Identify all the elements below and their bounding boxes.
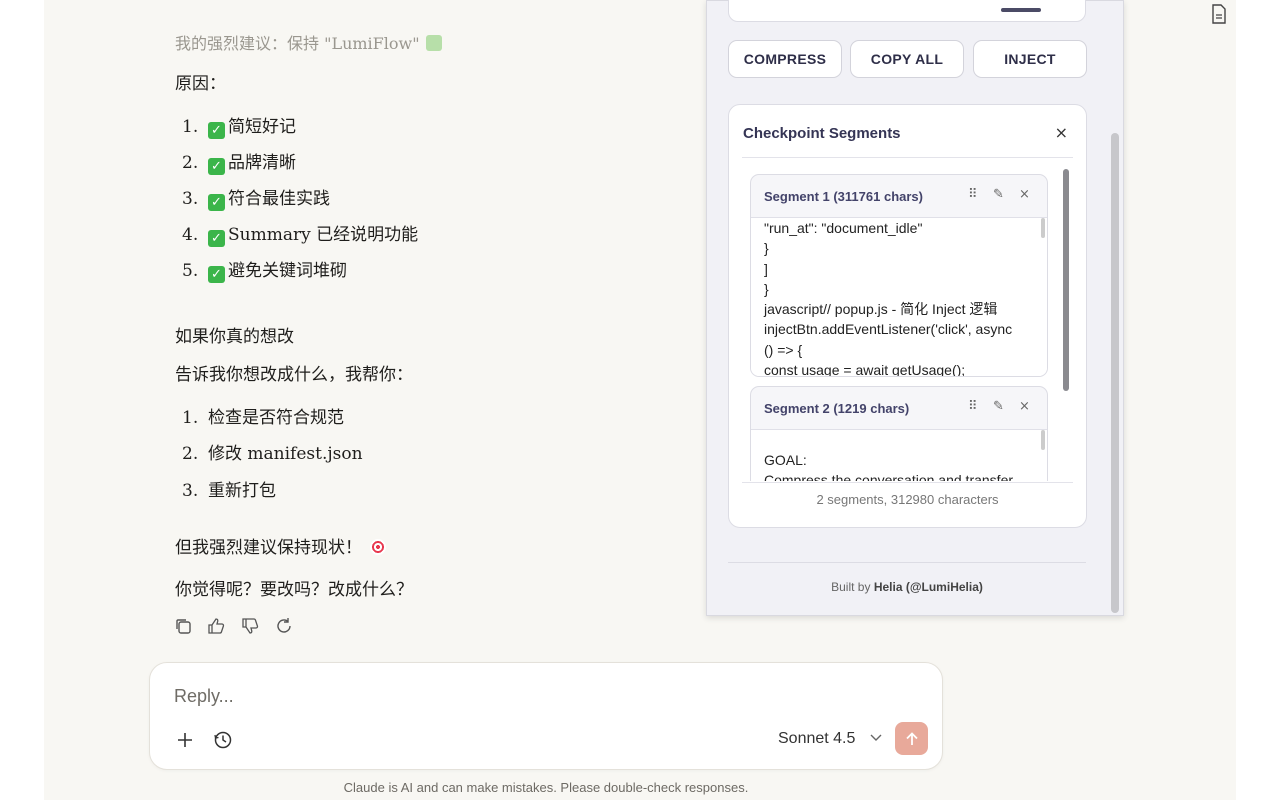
list-item: 1. 检查是否符合规范: [182, 408, 344, 428]
faded-recommendation: 我的强烈建议：保持 "LumiFlow": [175, 30, 442, 54]
copy-all-button[interactable]: COPY ALL: [850, 40, 964, 78]
strong-advice: 但我强烈建议保持现状！: [175, 533, 386, 558]
drag-handle-icon[interactable]: ⠿: [968, 399, 978, 414]
retry-icon[interactable]: [275, 617, 293, 635]
segment-content[interactable]: GOAL: Compress the conversation and tran…: [751, 430, 1047, 481]
reply-composer: Sonnet 4.5: [149, 662, 943, 770]
reply-input[interactable]: [172, 685, 736, 708]
check-icon: [425, 35, 442, 51]
copy-icon[interactable]: [174, 617, 192, 635]
check-icon: ✓: [208, 122, 225, 139]
list-item: 2. ✓ 品牌清晰: [182, 153, 296, 175]
extension-panel: COMPRESS COPY ALL INJECT Checkpoint Segm…: [706, 0, 1124, 616]
segment-header: Segment 1 (311761 chars) ⠿ ✎ ×: [751, 175, 1047, 218]
built-by-credit: Built by Helia (@LumiHelia): [831, 580, 983, 594]
scrollbar-thumb[interactable]: [1063, 169, 1069, 391]
segment-header: Segment 2 (1219 chars) ⠿ ✎ ×: [751, 387, 1047, 430]
inject-button[interactable]: INJECT: [973, 40, 1087, 78]
list-item: 4. ✓ Summary 已经说明功能: [182, 225, 419, 247]
drag-handle-icon[interactable]: ⠿: [968, 187, 978, 202]
disclaimer: Claude is AI and can make mistakes. Plea…: [343, 780, 749, 795]
divider: [728, 562, 1086, 563]
segment-list: Segment 1 (311761 chars) ⠿ ✎ × "run_at":…: [750, 173, 1050, 481]
pencil-icon[interactable]: ✎: [993, 187, 1004, 202]
author-link[interactable]: Helia (@LumiHelia): [874, 580, 983, 594]
scrollbar[interactable]: [1041, 430, 1045, 450]
question-text: 你觉得呢？要改吗？改成什么？: [175, 580, 413, 600]
pencil-icon[interactable]: ✎: [993, 399, 1004, 414]
plus-icon[interactable]: [174, 729, 196, 751]
thumbs-up-icon[interactable]: [207, 617, 225, 635]
model-selector[interactable]: Sonnet 4.5: [778, 729, 882, 748]
check-icon: ✓: [208, 194, 225, 211]
segments-summary: 2 segments, 312980 characters: [816, 492, 999, 507]
panel-scrollbar[interactable]: [1111, 133, 1119, 613]
status-pill: [1001, 8, 1041, 12]
segment-item: Segment 2 (1219 chars) ⠿ ✎ × GOAL: Compr…: [750, 386, 1048, 481]
segment-list-scrollbar[interactable]: [1060, 169, 1070, 481]
chevron-down-icon: [870, 729, 882, 747]
target-icon: [370, 539, 386, 555]
list-item: 5. ✓ 避免关键词堆砌: [182, 261, 347, 283]
arrow-up-icon: [905, 731, 918, 745]
change-heading: 如果你真的想改: [175, 327, 294, 347]
segment-name: Segment 2 (1219 chars): [764, 401, 910, 416]
document-icon[interactable]: [1210, 4, 1228, 24]
list-item: 3. ✓ 符合最佳实践: [182, 189, 330, 211]
segment-content[interactable]: "run_at": "document_idle" } ] } javascri…: [751, 218, 1047, 376]
divider: [742, 157, 1073, 158]
close-icon[interactable]: ×: [1019, 187, 1030, 202]
compress-button[interactable]: COMPRESS: [728, 40, 842, 78]
check-icon: ✓: [208, 230, 225, 247]
segment-name: Segment 1 (311761 chars): [764, 189, 923, 204]
checkpoint-card: [728, 0, 1086, 22]
close-icon[interactable]: ×: [1055, 123, 1068, 142]
reason-heading: 原因：: [175, 74, 226, 94]
list-item: 1. ✓ 简短好记: [182, 117, 296, 139]
divider: [742, 482, 1073, 483]
scrollbar[interactable]: [1041, 218, 1045, 238]
checkpoint-segments-card: Checkpoint Segments × Segment 1 (311761 …: [728, 104, 1087, 528]
send-button[interactable]: [895, 722, 928, 755]
close-icon[interactable]: ×: [1019, 399, 1030, 414]
thumbs-down-icon[interactable]: [241, 617, 259, 635]
history-icon[interactable]: [212, 729, 234, 751]
check-icon: ✓: [208, 158, 225, 175]
segment-item: Segment 1 (311761 chars) ⠿ ✎ × "run_at":…: [750, 174, 1048, 377]
list-item: 3. 重新打包: [182, 481, 276, 501]
segments-title: Checkpoint Segments: [743, 125, 901, 142]
check-icon: ✓: [208, 266, 225, 283]
change-intro: 告诉我你想改成什么，我帮你：: [175, 365, 413, 385]
list-item: 2. 修改 manifest.json: [182, 444, 363, 464]
